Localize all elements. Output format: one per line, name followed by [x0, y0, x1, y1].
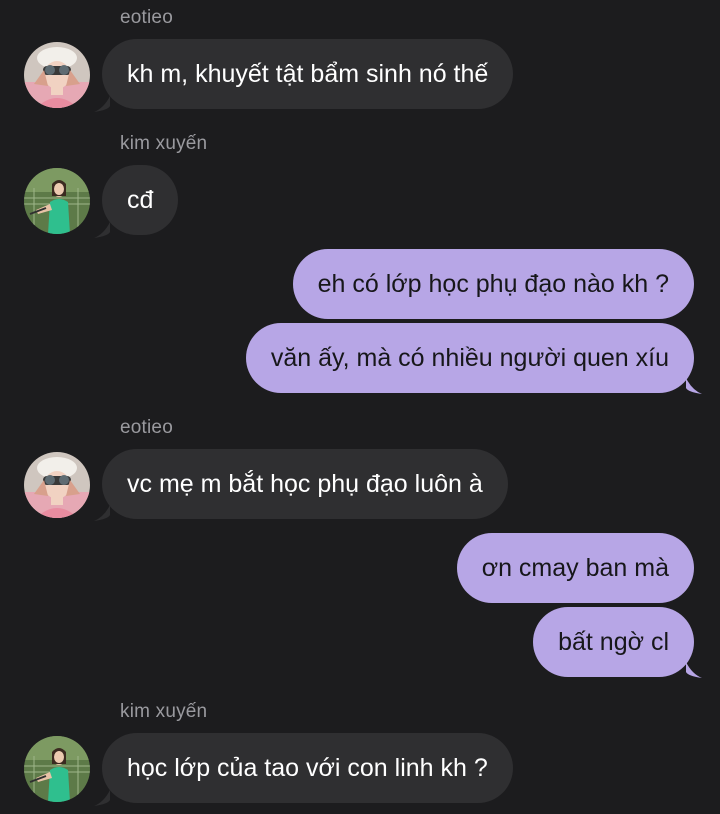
- bubble-tail-icon: [94, 505, 110, 521]
- bubble-tail-icon: [94, 222, 110, 238]
- outgoing-message[interactable]: eh có lớp học phụ đạo nào kh ?: [292, 249, 694, 319]
- sender-name: eotieo: [120, 417, 173, 438]
- outgoing-message[interactable]: văn ấy, mà có nhiều người quen xíu: [245, 323, 694, 393]
- bubble-tail-icon: [686, 378, 702, 394]
- incoming-message[interactable]: cđ: [102, 165, 179, 235]
- bubble-tail-icon: [94, 790, 110, 806]
- chat-thread[interactable]: eotieo kh m, khuyết tật bẩm sinh nó thế …: [0, 0, 720, 814]
- sender-name: eotieo: [120, 7, 173, 28]
- sender-name: kim xuyến: [120, 133, 208, 154]
- kim-xuyen-avatar[interactable]: [24, 168, 90, 234]
- bubble-tail-icon: [686, 662, 702, 678]
- incoming-message[interactable]: kh m, khuyết tật bẩm sinh nó thế: [102, 39, 514, 109]
- sender-name: kim xuyến: [120, 701, 208, 722]
- eotieo-avatar[interactable]: [24, 42, 90, 108]
- incoming-message[interactable]: học lớp của tao với con linh kh ?: [102, 733, 513, 803]
- incoming-message[interactable]: vc mẹ m bắt học phụ đạo luôn à: [102, 449, 508, 519]
- bubble-tail-icon: [94, 96, 110, 112]
- outgoing-message[interactable]: ơn cmay ban mà: [456, 533, 694, 603]
- kim-xuyen-avatar[interactable]: [24, 736, 90, 802]
- outgoing-message[interactable]: bất ngờ cl: [533, 607, 694, 677]
- eotieo-avatar[interactable]: [24, 452, 90, 518]
